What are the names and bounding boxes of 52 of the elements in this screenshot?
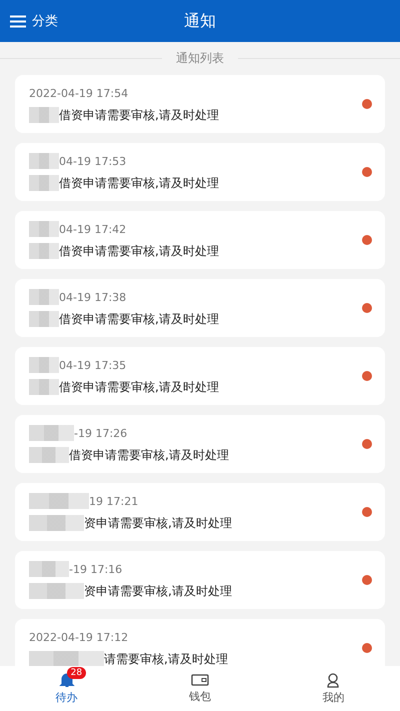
nav-tab[interactable]: 28 待办 — [0, 666, 134, 711]
section-title: 通知列表 — [176, 50, 224, 67]
notification-card[interactable]: 04-19 17:38 借资申请需要审核,请及时处理 — [15, 279, 385, 337]
notification-time: 2022-04-19 17:12 — [29, 630, 128, 644]
notification-card[interactable]: 04-19 17:35 借资申请需要审核,请及时处理 — [15, 347, 385, 405]
count-badge: 28 — [66, 667, 86, 679]
notification-card[interactable]: 04-19 17:42 借资申请需要审核,请及时处理 — [15, 211, 385, 269]
notification-time: 04-19 17:35 — [59, 358, 126, 372]
person-icon — [325, 672, 342, 688]
notification-message: 资申请需要审核,请及时处理 — [84, 514, 232, 532]
redaction-mask — [29, 107, 59, 123]
redaction-mask — [29, 221, 59, 237]
notification-time: 2022-04-19 17:54 — [29, 86, 128, 100]
redaction-mask — [29, 447, 69, 463]
notification-card[interactable]: 04-19 17:53 借资申请需要审核,请及时处理 — [15, 143, 385, 201]
redaction-mask — [29, 493, 89, 509]
notification-message: 借资申请需要审核,请及时处理 — [59, 378, 219, 396]
redaction-mask — [29, 175, 59, 191]
redaction-mask — [29, 515, 84, 531]
notification-message: 借资申请需要审核,请及时处理 — [59, 174, 219, 192]
redaction-mask — [29, 379, 59, 395]
nav-tab[interactable]: 钱包 — [133, 666, 267, 711]
notification-time: 04-19 17:38 — [59, 290, 126, 304]
redaction-mask — [29, 153, 59, 169]
notification-card[interactable]: 2022-04-19 17:12 请需要审核,请及时处理 — [15, 619, 385, 666]
redaction-mask — [29, 243, 59, 259]
notification-message: 借资申请需要审核,请及时处理 — [69, 446, 229, 464]
notification-message: 资申请需要审核,请及时处理 — [84, 582, 232, 600]
redaction-mask — [29, 311, 59, 327]
notification-time: 04-19 17:42 — [59, 222, 126, 236]
nav-tab[interactable]: 我的 — [266, 666, 400, 711]
notification-message: 借资申请需要审核,请及时处理 — [59, 106, 219, 124]
menu-icon — [10, 14, 26, 28]
notification-time: -19 17:26 — [74, 426, 128, 440]
notification-time: -19 17:16 — [69, 562, 122, 576]
notification-card[interactable]: -19 17:16 资申请需要审核,请及时处理 — [15, 551, 385, 609]
notification-time: 04-19 17:53 — [59, 154, 126, 168]
redaction-mask — [29, 425, 74, 441]
notification-time: 19 17:21 — [89, 494, 138, 508]
notification-message: 借资申请需要审核,请及时处理 — [59, 310, 219, 328]
redaction-mask — [29, 561, 69, 577]
redaction-mask — [29, 357, 59, 373]
notification-card[interactable]: -19 17:26 借资申请需要审核,请及时处理 — [15, 415, 385, 473]
category-menu-button[interactable]: 分类 — [0, 12, 58, 30]
wallet-icon — [190, 673, 209, 687]
notification-message: 借资申请需要审核,请及时处理 — [59, 242, 219, 260]
redaction-mask — [29, 289, 59, 305]
notification-card[interactable]: 2022-04-19 17:54 借资申请需要审核,请及时处理 — [15, 75, 385, 133]
notification-message: 请需要审核,请及时处理 — [104, 650, 228, 666]
redaction-mask — [29, 583, 84, 599]
notification-card[interactable]: 19 17:21 资申请需要审核,请及时处理 — [15, 483, 385, 541]
page-title: 通知 — [184, 10, 216, 32]
